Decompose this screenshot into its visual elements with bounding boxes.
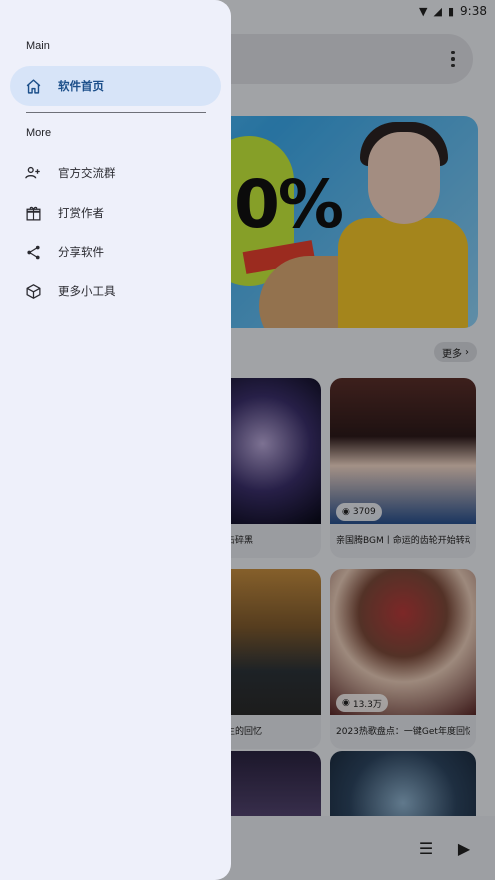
section-label-more: More [26, 127, 52, 139]
section-label-main: Main [26, 40, 50, 52]
share-icon [24, 243, 42, 261]
nav-item-official-group[interactable]: 官方交流群 [10, 153, 221, 193]
nav-item-tip-author[interactable]: 打赏作者 [10, 193, 221, 233]
home-icon [24, 77, 42, 95]
nav-item-share-app[interactable]: 分享软件 [10, 232, 221, 272]
navigation-drawer: Main 软件首页 More 官方交流群 打赏作者 分享软件 更多小工具 [0, 0, 231, 880]
nav-item-label: 更多小工具 [58, 284, 116, 298]
drawer-divider [26, 112, 206, 113]
gift-icon [24, 204, 42, 222]
nav-item-label: 打赏作者 [58, 206, 104, 220]
nav-item-label: 分享软件 [58, 245, 104, 259]
nav-item-more-tools[interactable]: 更多小工具 [10, 271, 221, 311]
nav-item-label: 官方交流群 [58, 166, 116, 180]
add-group-icon [24, 164, 42, 182]
cube-icon [24, 282, 42, 300]
nav-item-label: 软件首页 [58, 79, 104, 93]
nav-item-home[interactable]: 软件首页 [10, 66, 221, 106]
